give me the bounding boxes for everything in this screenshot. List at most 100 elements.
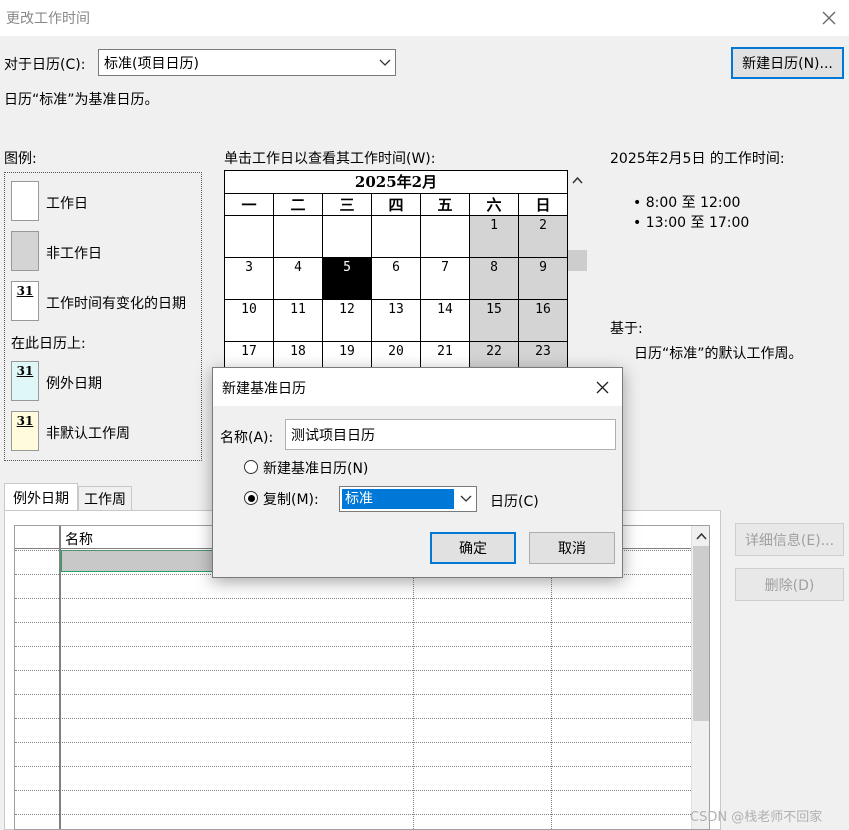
calendar-scrollbar[interactable] [568, 170, 587, 370]
calendar-day [420, 215, 470, 258]
dialog-title-bar: 新建基准日历 [213, 368, 622, 406]
radio-dot [247, 494, 255, 502]
legend-label-working: 工作日 [46, 196, 88, 212]
calendar-day [273, 215, 323, 258]
legend-num: 31 [16, 284, 34, 298]
chevron-down-icon [379, 59, 391, 66]
watermark: CSDN @栈老师不回家 [690, 810, 823, 825]
tab-work-week[interactable]: 工作周 [78, 486, 132, 511]
column-header-name: 名称 [65, 532, 93, 548]
legend-label-nonworking: 非工作日 [46, 246, 102, 262]
weekday-header: 五 [420, 193, 470, 216]
calendar-day[interactable]: 2 [518, 215, 567, 258]
details-button[interactable]: 详细信息(E)... [735, 523, 844, 556]
table-row[interactable] [15, 814, 691, 829]
legend-label-changed: 工作时间有变化的日期 [46, 296, 186, 312]
dialog-close-button[interactable] [590, 376, 614, 398]
calendar-day[interactable]: 8 [469, 257, 519, 300]
calendar-day [225, 215, 274, 258]
calendar-day[interactable]: 17 [225, 341, 274, 369]
window-title: 更改工作时间 [6, 11, 90, 27]
table-row[interactable] [15, 622, 691, 646]
table-row[interactable] [15, 766, 691, 790]
grid-scroll-thumb[interactable] [693, 546, 709, 721]
weekday-header: 一 [225, 193, 274, 216]
legend-on-calendar: 在此日历上: [11, 336, 86, 352]
based-on-label: 基于: [610, 321, 643, 337]
calendar-day[interactable]: 18 [273, 341, 323, 369]
chevron-up-icon [572, 176, 583, 184]
close-icon [596, 381, 608, 393]
calendar-select[interactable]: 标准(项目日历) [98, 49, 396, 76]
copy-calendar-value: 标准 [342, 489, 454, 509]
table-row[interactable] [15, 646, 691, 670]
calendar-day[interactable]: 6 [371, 257, 421, 300]
calendar-day [322, 215, 372, 258]
new-calendar-button[interactable]: 新建日历(N)... [731, 47, 844, 79]
grid-scrollbar[interactable] [691, 526, 709, 829]
table-row[interactable] [15, 694, 691, 718]
name-input[interactable]: 测试项目日历 [285, 419, 616, 450]
close-button[interactable] [815, 6, 843, 30]
calendar-day[interactable]: 13 [371, 299, 421, 342]
calendar-day[interactable]: 4 [273, 257, 323, 300]
copy-suffix-label: 日历(C) [490, 494, 539, 510]
delete-button[interactable]: 删除(D) [735, 568, 844, 601]
calendar-day[interactable]: 20 [371, 341, 421, 369]
calendar-day[interactable]: 23 [518, 341, 567, 369]
legend-swatch-changed: 31 [11, 281, 39, 321]
legend-label-exception: 例外日期 [46, 376, 102, 392]
legend-swatch-working [11, 181, 39, 221]
calendar-select-value: 标准(项目日历) [104, 55, 199, 72]
weekday-header: 日 [518, 193, 567, 216]
calendar-day[interactable]: 22 [469, 341, 519, 369]
copy-calendar-select[interactable]: 标准 [339, 486, 477, 512]
table-row[interactable] [15, 742, 691, 766]
worktime-slot: • 8:00 至 12:00 [633, 195, 741, 211]
table-row[interactable] [15, 670, 691, 694]
weekday-header: 六 [469, 193, 519, 216]
calendar-scroll-thumb[interactable] [568, 250, 587, 271]
new-base-calendar-dialog: 新建基准日历 名称(A): 测试项目日历 新建基准日历(N) 复制(M): 标准… [212, 367, 623, 578]
calendar-day[interactable]: 1 [469, 215, 519, 258]
cancel-button[interactable]: 取消 [529, 532, 615, 564]
radio-new-base-label: 新建基准日历(N) [263, 461, 369, 477]
based-on-text: 日历“标准”的默认工作周。 [634, 346, 803, 362]
calendar-day[interactable]: 3 [225, 257, 274, 300]
radio-copy[interactable] [244, 491, 258, 505]
calendar-day[interactable]: 12 [322, 299, 372, 342]
legend-swatch-nonworking [11, 231, 39, 271]
calendar-day[interactable]: 14 [420, 299, 470, 342]
calendar-day[interactable]: 11 [273, 299, 323, 342]
calendar-day[interactable]: 7 [420, 257, 470, 300]
table-row[interactable] [15, 718, 691, 742]
calendar-select-label: 对于日历(C): [4, 57, 86, 73]
name-label: 名称(A): [220, 430, 274, 446]
ok-button[interactable]: 确定 [430, 532, 516, 564]
legend-swatch-nondefault: 31 [11, 411, 39, 451]
weekday-header: 二 [273, 193, 323, 216]
calendar-day[interactable]: 9 [518, 257, 567, 300]
calendar-day[interactable]: 19 [322, 341, 372, 369]
calendar-day[interactable]: 5 [322, 257, 372, 300]
table-row[interactable] [15, 598, 691, 622]
base-calendar-note: 日历“标准”为基准日历。 [4, 92, 159, 108]
calendar-day[interactable]: 10 [225, 299, 274, 342]
calendar-day[interactable]: 21 [420, 341, 470, 369]
month-calendar[interactable]: 2025年2月 一二三四五六日 1 2 3 4 5 6 7 8 9 10 11 12 13 14 15 16 1… [224, 170, 568, 370]
close-icon [822, 11, 836, 25]
dialog-title: 新建基准日历 [222, 381, 306, 397]
table-row[interactable] [15, 790, 691, 814]
calendar-instruction: 单击工作日以查看其工作时间(W): [224, 151, 436, 167]
tab-exceptions[interactable]: 例外日期 [4, 483, 78, 511]
calendar-day[interactable]: 15 [469, 299, 519, 342]
radio-new-base[interactable] [244, 460, 258, 474]
calendar-day[interactable]: 16 [518, 299, 567, 342]
legend-num: 31 [16, 414, 34, 428]
title-bar: 更改工作时间 [0, 0, 849, 36]
legend-swatch-exception: 31 [11, 361, 39, 401]
legend-title: 图例: [4, 151, 37, 167]
calendar-day [371, 215, 421, 258]
weekday-header: 四 [371, 193, 421, 216]
name-input-value: 测试项目日历 [291, 427, 375, 444]
